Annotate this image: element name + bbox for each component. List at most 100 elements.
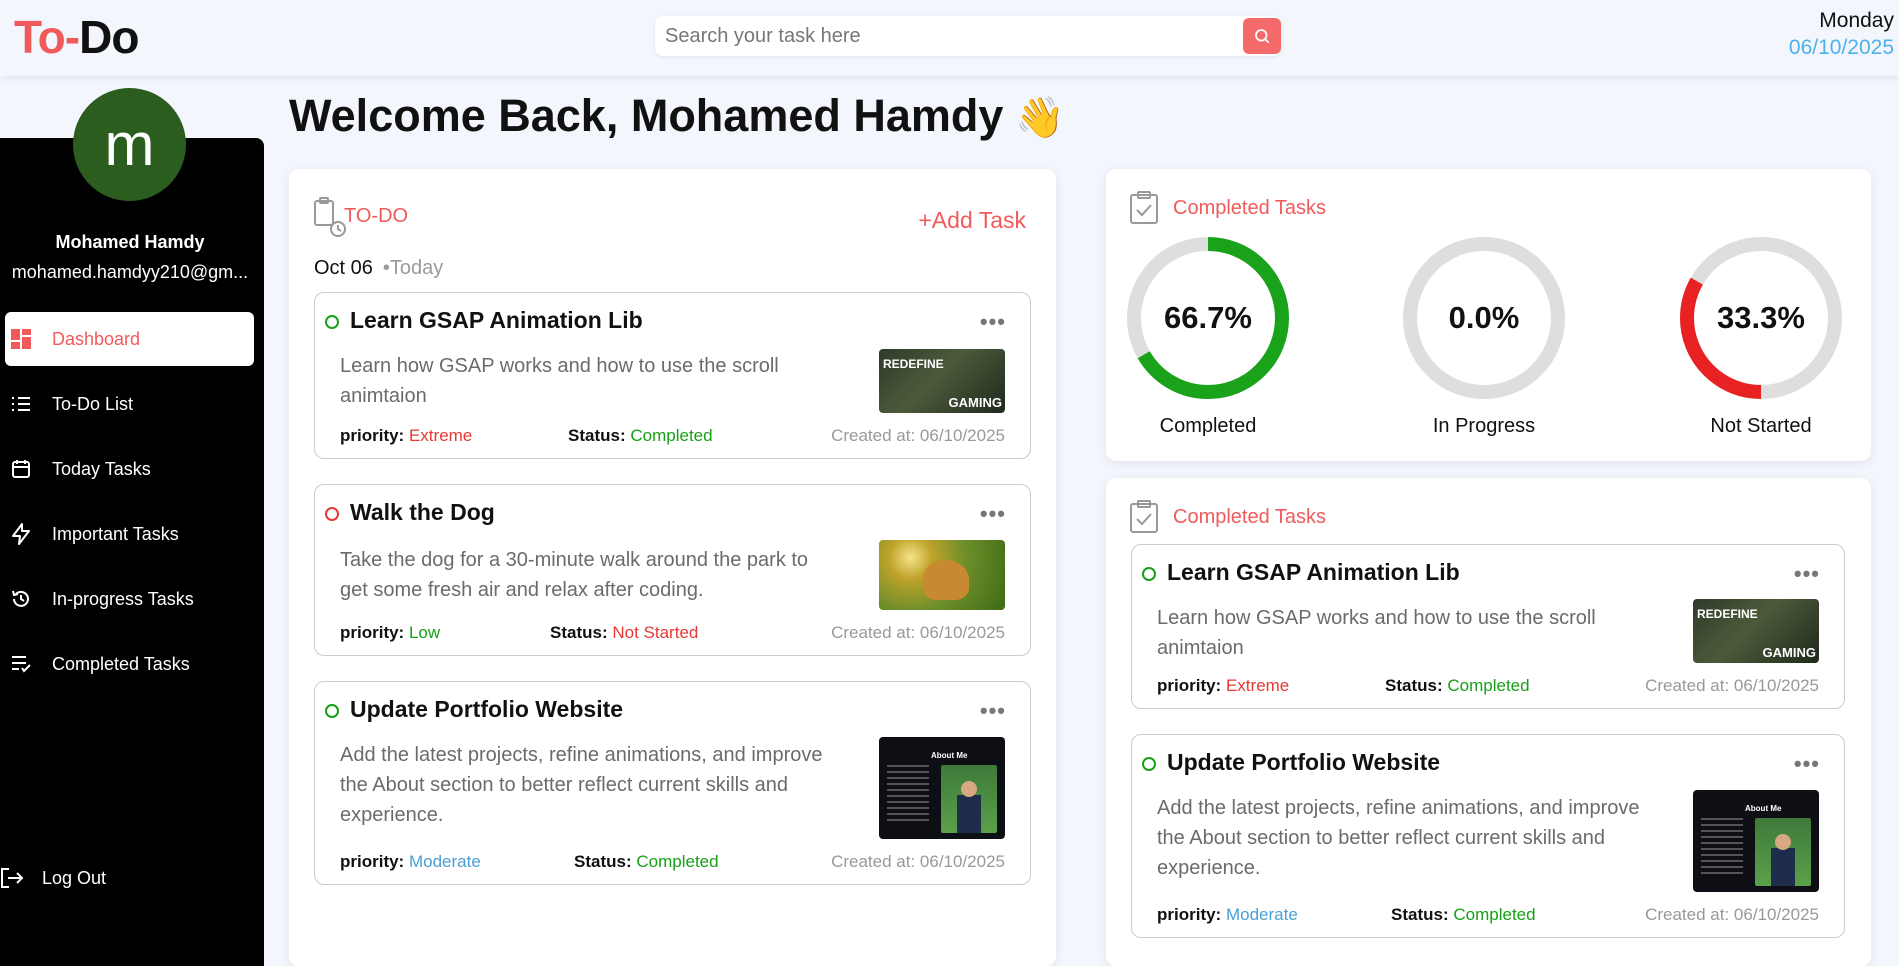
more-options-icon[interactable]: •••	[1794, 751, 1820, 777]
task-thumbnail: REDEFINE GAMING	[879, 349, 1005, 413]
avatar[interactable]: m	[73, 88, 186, 201]
task-status-panel: Completed Tasks 66.7% Completed 0.0% In …	[1106, 169, 1871, 461]
sidebar-item-dashboard[interactable]: Dashboard	[5, 312, 254, 366]
sidebar-item-label: Completed Tasks	[52, 653, 190, 674]
progress-ring: 66.7%	[1125, 235, 1291, 401]
task-status: Status: Completed	[1385, 676, 1530, 695]
status-dot-icon	[325, 315, 339, 329]
task-priority: priority: Moderate	[1157, 905, 1298, 924]
thumb-text-bottom: GAMING	[948, 395, 1002, 410]
checklist-icon	[10, 653, 32, 675]
task-card[interactable]: Update Portfolio Website ••• Add the lat…	[314, 681, 1031, 885]
task-description: Learn how GSAP works and how to use the …	[340, 355, 779, 407]
progress-ring: 0.0%	[1401, 235, 1567, 401]
status-dot-icon	[1142, 567, 1156, 581]
dog-shape	[923, 560, 969, 600]
task-status: Status: Completed	[574, 852, 719, 871]
more-options-icon[interactable]: •••	[980, 309, 1006, 335]
task-title: Learn GSAP Animation Lib	[350, 307, 643, 333]
thumb-photo	[941, 765, 997, 833]
task-created: Created at: 06/10/2025	[831, 623, 1005, 642]
sidebar-item-important-tasks[interactable]: Important Tasks	[0, 507, 264, 561]
task-title: Walk the Dog	[350, 499, 495, 525]
current-date-value: 06/10/2025	[1788, 36, 1894, 59]
progress-ring: 33.3%	[1678, 235, 1844, 401]
current-date: Monday 06/10/2025	[1789, 8, 1894, 62]
task-priority: priority: Moderate	[340, 852, 481, 871]
more-options-icon[interactable]: •••	[1794, 561, 1820, 587]
task-description: Add the latest projects, refine animatio…	[340, 744, 823, 826]
completed-heading-text: Completed Tasks	[1173, 505, 1327, 528]
app-logo[interactable]: To-Do	[14, 10, 139, 64]
status-dot-icon	[325, 507, 339, 521]
ring-label: Completed	[1159, 415, 1257, 437]
sidebar-nav: Dashboard To-Do List Today Tasks Importa…	[0, 312, 264, 702]
search-input[interactable]	[665, 16, 1225, 56]
page-title: Welcome Back, Mohamed Hamdy 👋	[289, 90, 1065, 142]
thumb-text: About Me	[931, 751, 968, 760]
thumb-text-bottom: GAMING	[1762, 645, 1816, 660]
wave-icon: 👋	[1015, 96, 1066, 140]
logo-part2: Do	[79, 11, 139, 63]
user-name: Mohamed Hamdy	[55, 232, 205, 252]
thumb-text-top: REDEFINE	[1697, 607, 1758, 621]
sidebar-item-in-progress-tasks[interactable]: In-progress Tasks	[0, 572, 264, 626]
task-thumbnail: About Me	[879, 737, 1005, 839]
more-options-icon[interactable]: •••	[980, 501, 1006, 527]
sidebar-item-label: To-Do List	[52, 393, 134, 414]
user-email: mohamed.hamdyy210@gm...	[11, 262, 249, 282]
search-button[interactable]	[1243, 18, 1281, 54]
logo-part1: To-	[14, 11, 80, 63]
logout-label: Log Out	[42, 867, 107, 888]
search-bar	[655, 16, 1281, 56]
task-created: Created at: 06/10/2025	[831, 426, 1005, 445]
sidebar-item-today-tasks[interactable]: Today Tasks	[0, 442, 264, 496]
task-priority: priority: Low	[340, 623, 441, 642]
task-created: Created at: 06/10/2025	[1645, 905, 1819, 924]
todo-panel: TO-DO +Add Task Oct 06 •Today Learn GSAP …	[289, 169, 1056, 966]
in-progress-ring: 0.0% In Progress	[1399, 235, 1569, 438]
ring-label: In Progress	[1432, 415, 1536, 437]
task-status: Status: Completed	[1391, 905, 1536, 924]
task-priority: priority: Extreme	[340, 426, 473, 445]
task-title: Update Portfolio Website	[1167, 749, 1441, 775]
task-title: Learn GSAP Animation Lib	[1167, 559, 1460, 585]
todo-today: •Today	[382, 257, 444, 279]
thumb-text: About Me	[1745, 804, 1782, 813]
top-header: To-Do Monday 06/10/2025	[0, 0, 1899, 76]
task-created: Created at: 06/10/2025	[1645, 676, 1819, 695]
more-options-icon[interactable]: •••	[980, 698, 1006, 724]
task-description: Learn how GSAP works and how to use the …	[1157, 607, 1596, 659]
add-task-button[interactable]: +Add Task	[918, 207, 1026, 234]
dashboard-icon	[10, 328, 32, 350]
completed-heading: Completed Tasks	[1129, 500, 1326, 534]
task-card[interactable]: Update Portfolio Website ••• Add the lat…	[1131, 734, 1845, 938]
task-priority: priority: Extreme	[1157, 676, 1290, 695]
task-card[interactable]: Learn GSAP Animation Lib ••• Learn how G…	[314, 292, 1031, 459]
current-day: Monday	[1819, 9, 1894, 32]
ring-value: 66.7%	[1164, 300, 1252, 335]
thumb-text-lines	[1701, 818, 1743, 878]
sidebar-item-completed-tasks[interactable]: Completed Tasks	[0, 637, 264, 691]
sidebar-item-label: In-progress Tasks	[52, 588, 194, 609]
list-icon	[10, 393, 32, 415]
sidebar-item-label: Dashboard	[52, 328, 141, 349]
task-status: Status: Not Started	[550, 623, 699, 642]
sidebar-item-label: Today Tasks	[52, 458, 151, 479]
task-thumbnail: About Me	[1693, 790, 1819, 892]
sidebar-item-label: Important Tasks	[52, 523, 179, 544]
thumb-text-lines	[887, 765, 929, 825]
logout-button[interactable]: Log Out	[0, 866, 106, 890]
task-description: Add the latest projects, refine animatio…	[1157, 797, 1640, 879]
todo-heading-text: TO-DO	[344, 204, 409, 227]
task-card[interactable]: Learn GSAP Animation Lib ••• Learn how G…	[1131, 544, 1845, 709]
task-created: Created at: 06/10/2025	[831, 852, 1005, 871]
thumb-photo	[1755, 818, 1811, 886]
completed-tasks-panel: Completed Tasks Learn GSAP Animation Lib…	[1106, 478, 1871, 966]
todo-date: Oct 06	[314, 257, 373, 279]
task-status: Status: Completed	[568, 426, 713, 445]
task-card[interactable]: Walk the Dog ••• Take the dog for a 30-m…	[314, 484, 1031, 656]
welcome-text: Welcome Back, Mohamed Hamdy	[289, 90, 1004, 141]
sidebar-item-todo-list[interactable]: To-Do List	[0, 377, 264, 431]
ring-value: 33.3%	[1717, 300, 1805, 335]
